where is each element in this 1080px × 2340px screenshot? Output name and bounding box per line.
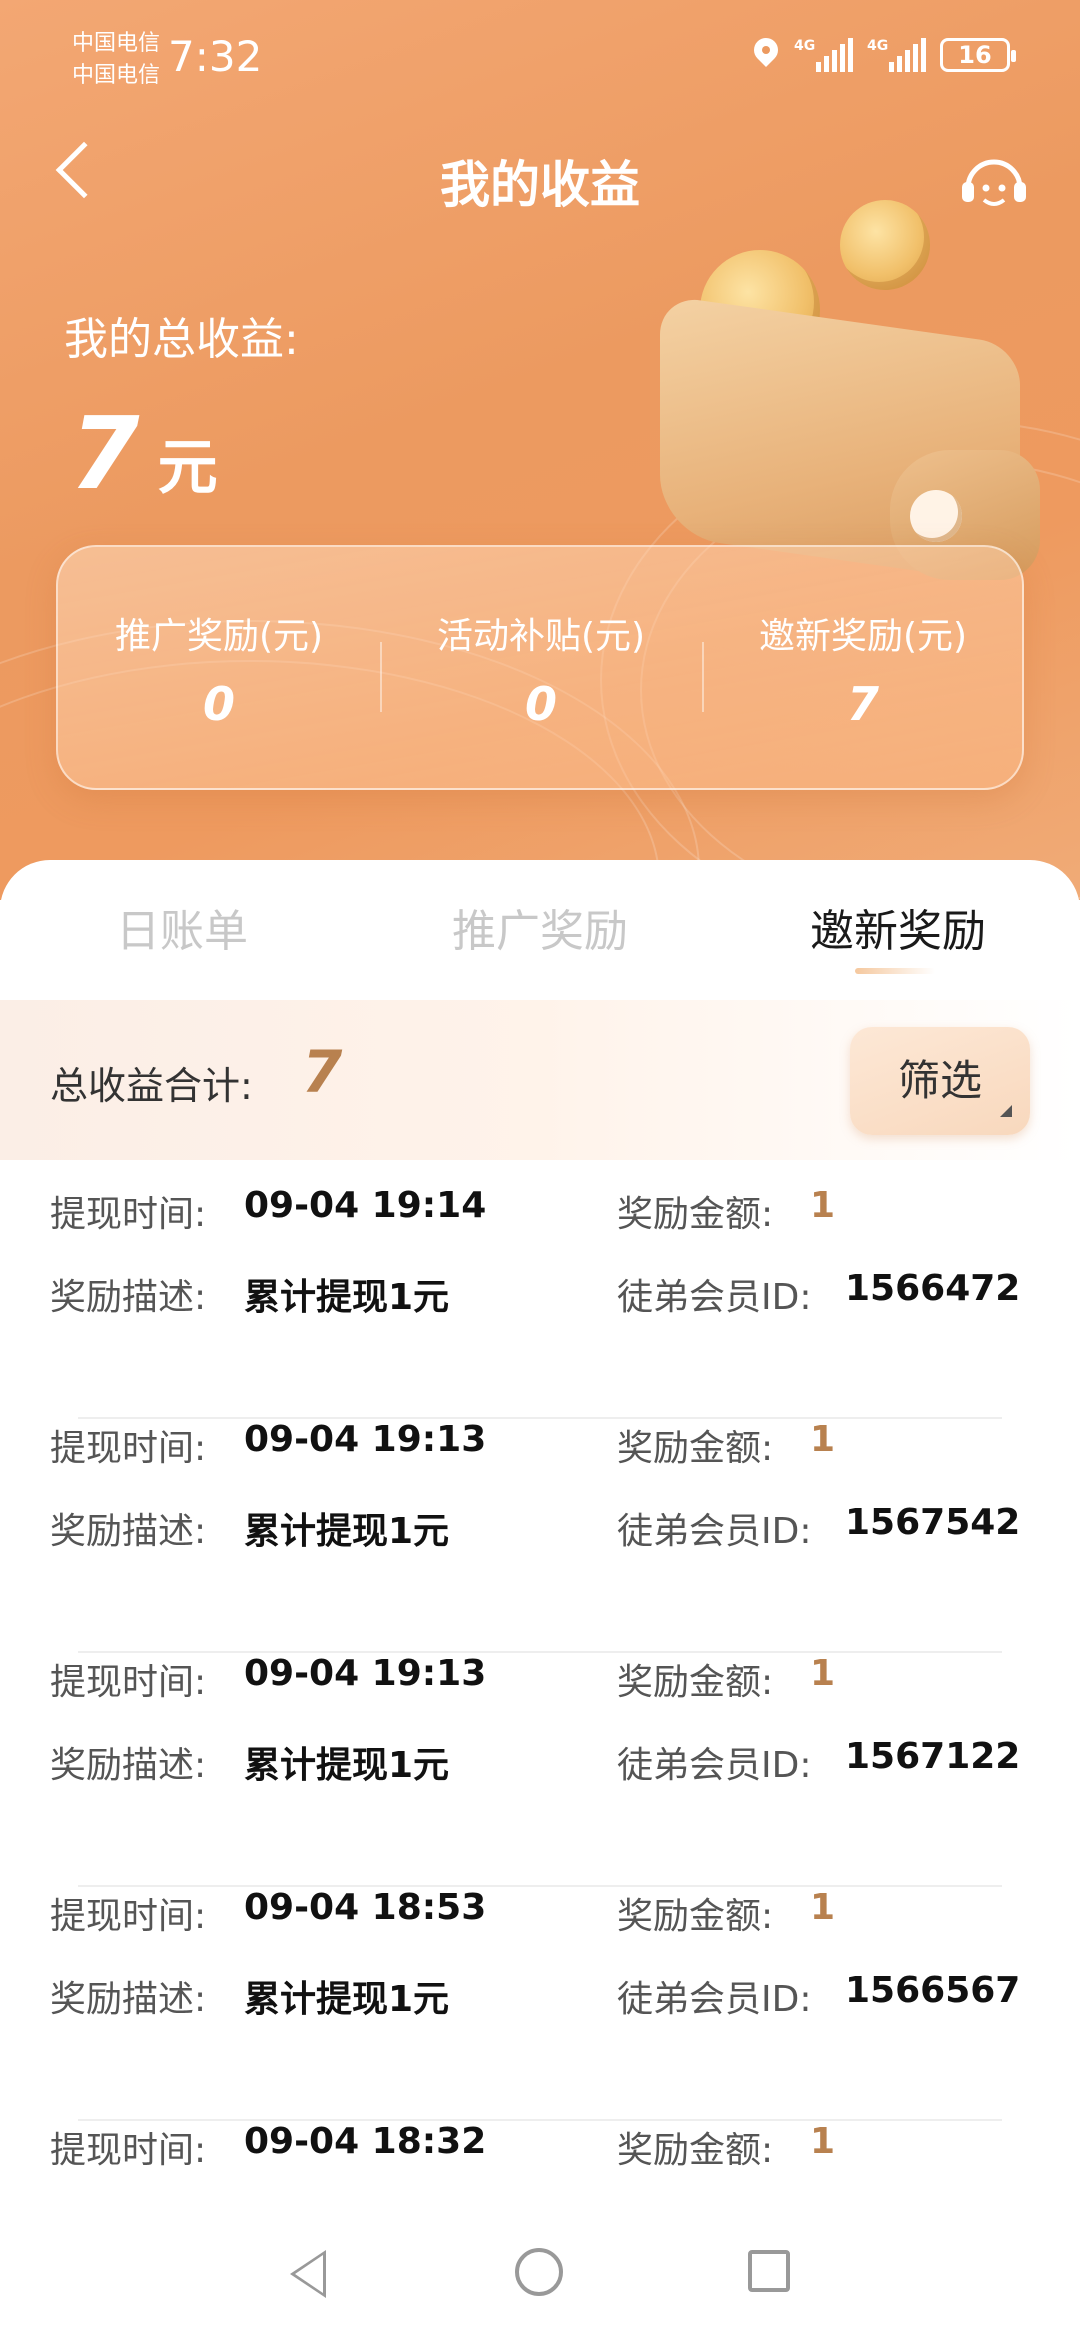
carrier-1: 中国电信 bbox=[72, 31, 161, 56]
amount-label: 奖励金额: bbox=[617, 1662, 774, 1703]
filter-label: 筛选 bbox=[897, 1056, 982, 1105]
reward-description: 累计提现1元 bbox=[244, 1511, 450, 1552]
status-icons: 4G 4G 16 bbox=[752, 38, 1016, 72]
summary-value: 7 bbox=[302, 1038, 343, 1106]
total-earnings-label: 我的总收益: bbox=[64, 314, 299, 365]
reward-amount: 1 bbox=[810, 1887, 836, 1928]
list-item: 提现时间: 09-04 19:13 奖励金额: 1 奖励描述: 累计提现1元 徒… bbox=[0, 1419, 1080, 1653]
clock: 7:32 bbox=[168, 32, 263, 81]
signal-icon: 4G bbox=[794, 38, 853, 72]
reward-amount: 1 bbox=[810, 2121, 836, 2162]
member-label: 徒弟会员ID: bbox=[617, 1277, 812, 1318]
reward-amount: 1 bbox=[810, 1185, 836, 1226]
stat-activity: 活动补贴(元) 0 bbox=[380, 607, 702, 731]
nav-home-icon[interactable] bbox=[515, 2248, 563, 2296]
reward-amount: 1 bbox=[810, 1419, 836, 1460]
total-earnings-unit: 元 bbox=[157, 433, 218, 503]
stat-value: 7 bbox=[846, 677, 879, 731]
tab-promotion-reward[interactable]: 推广奖励 bbox=[390, 895, 690, 959]
withdraw-time: 09-04 19:14 bbox=[244, 1185, 487, 1226]
status-bar: 中国电信 中国电信 7:32 4G 4G 16 bbox=[0, 0, 1080, 120]
amount-label: 奖励金额: bbox=[617, 1428, 774, 1469]
reward-description: 累计提现1元 bbox=[244, 1979, 450, 2020]
desc-label: 奖励描述: bbox=[50, 1511, 207, 1552]
tab-invite-reward[interactable]: 邀新奖励 bbox=[748, 895, 1048, 959]
total-earnings-value: 7元 bbox=[70, 395, 218, 512]
desc-label: 奖励描述: bbox=[50, 1979, 207, 2020]
stat-label: 推广奖励(元) bbox=[114, 616, 324, 657]
withdraw-time: 09-04 18:53 bbox=[244, 1887, 487, 1928]
time-label: 提现时间: bbox=[50, 1662, 207, 1703]
amount-label: 奖励金额: bbox=[617, 2130, 774, 2171]
withdraw-time: 09-04 19:13 bbox=[244, 1419, 487, 1460]
member-label: 徒弟会员ID: bbox=[617, 1979, 812, 2020]
member-id: 1567122 bbox=[845, 1736, 1021, 1777]
nav-back-icon[interactable] bbox=[290, 2250, 326, 2298]
total-earnings-amount: 7 bbox=[70, 395, 140, 512]
network-type-2: 4G bbox=[867, 38, 889, 54]
summary-label: 总收益合计: bbox=[50, 1064, 253, 1108]
stat-label: 邀新奖励(元) bbox=[758, 616, 968, 657]
summary-bar: 总收益合计: 7 筛选 bbox=[0, 1000, 1080, 1160]
coin-icon bbox=[840, 200, 930, 290]
carrier-2: 中国电信 bbox=[72, 63, 161, 88]
reward-amount: 1 bbox=[810, 1653, 836, 1694]
list-item: 提现时间: 09-04 18:53 奖励金额: 1 奖励描述: 累计提现1元 徒… bbox=[0, 1887, 1080, 2121]
desc-label: 奖励描述: bbox=[50, 1745, 207, 1786]
location-icon bbox=[752, 38, 780, 72]
earnings-breakdown-card: 推广奖励(元) 0 活动补贴(元) 0 邀新奖励(元) 7 bbox=[56, 545, 1024, 790]
stat-value: 0 bbox=[524, 677, 557, 731]
withdraw-time: 09-04 19:13 bbox=[244, 1653, 487, 1694]
amount-label: 奖励金额: bbox=[617, 1194, 774, 1235]
stat-value: 0 bbox=[202, 677, 235, 731]
stat-label: 活动补贴(元) bbox=[436, 616, 646, 657]
wallet-button-icon bbox=[910, 490, 962, 542]
earnings-hero: 中国电信 中国电信 7:32 4G 4G 16 我的收益 我的总收益: 7 元 … bbox=[0, 0, 1080, 900]
list-item: 提现时间: 09-04 19:13 奖励金额: 1 奖励描述: 累计提现1元 徒… bbox=[0, 1653, 1080, 1887]
battery-icon: 16 bbox=[940, 38, 1016, 72]
tab-daily-bill[interactable]: 日账单 bbox=[32, 895, 332, 959]
list-item: 提现时间: 09-04 19:14 奖励金额: 1 奖励描述: 累计提现1元 徒… bbox=[0, 1185, 1080, 1419]
withdraw-time: 09-04 18:32 bbox=[244, 2121, 487, 2162]
desc-label: 奖励描述: bbox=[50, 1277, 207, 1318]
network-type-1: 4G bbox=[794, 38, 816, 54]
amount-label: 奖励金额: bbox=[617, 1896, 774, 1937]
member-id: 1566472 bbox=[845, 1268, 1021, 1309]
time-label: 提现时间: bbox=[50, 2130, 207, 2171]
signal-icon: 4G bbox=[867, 38, 926, 72]
time-label: 提现时间: bbox=[50, 1896, 207, 1937]
carrier-labels: 中国电信 中国电信 bbox=[72, 28, 160, 92]
member-id: 1567542 bbox=[845, 1502, 1021, 1543]
wallet-illustration bbox=[640, 200, 1060, 586]
time-label: 提现时间: bbox=[50, 1428, 207, 1469]
nav-recent-apps-icon[interactable] bbox=[748, 2250, 790, 2292]
system-nav-bar bbox=[0, 2220, 1080, 2340]
time-label: 提现时间: bbox=[50, 1194, 207, 1235]
active-tab-indicator bbox=[855, 968, 935, 974]
stat-promotion: 推广奖励(元) 0 bbox=[58, 607, 380, 731]
reward-description: 累计提现1元 bbox=[244, 1277, 450, 1318]
records-panel: 日账单 推广奖励 邀新奖励 总收益合计: 7 筛选 提现时间: 09-04 19… bbox=[0, 860, 1080, 2340]
member-label: 徒弟会员ID: bbox=[617, 1511, 812, 1552]
stat-invite: 邀新奖励(元) 7 bbox=[702, 607, 1024, 731]
filter-button[interactable]: 筛选 bbox=[850, 1027, 1030, 1135]
reward-description: 累计提现1元 bbox=[244, 1745, 450, 1786]
member-id: 1566567 bbox=[845, 1970, 1021, 2011]
member-label: 徒弟会员ID: bbox=[617, 1745, 812, 1786]
filter-corner-icon bbox=[1000, 1105, 1012, 1117]
battery-level: 16 bbox=[958, 41, 992, 69]
